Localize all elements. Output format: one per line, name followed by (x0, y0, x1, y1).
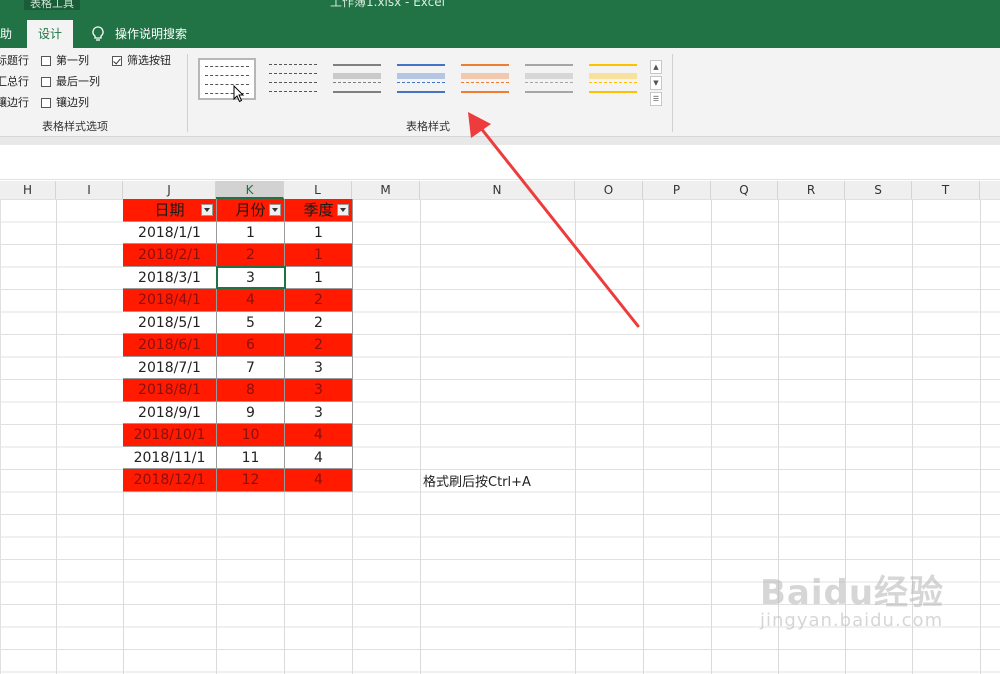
watermark-url: jingyan.baidu.com (760, 610, 944, 631)
baidu-watermark: Baidu经验 jingyan.baidu.com (760, 565, 944, 631)
watermark-logo-text: Baidu经验 (760, 573, 945, 613)
